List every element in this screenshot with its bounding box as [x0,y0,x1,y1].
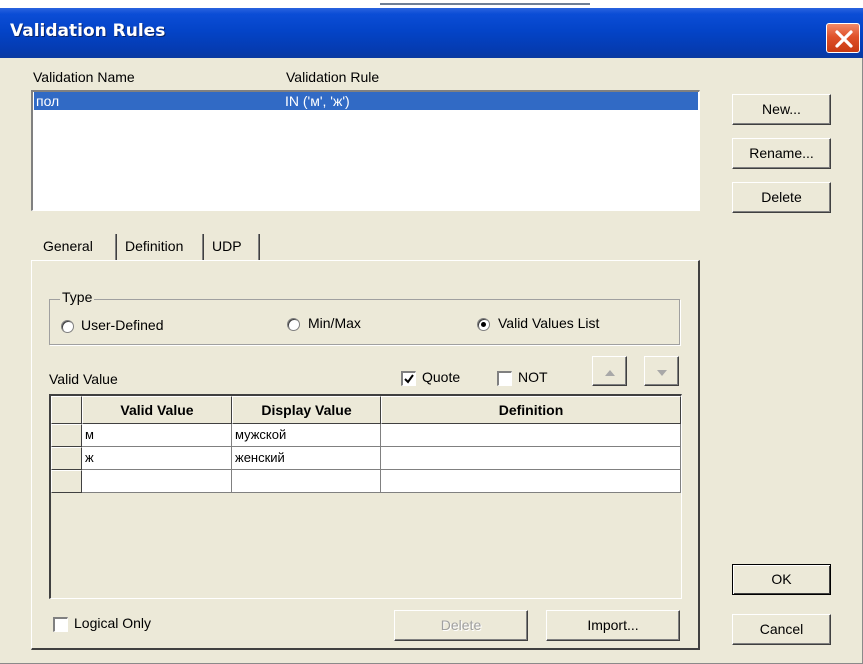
ok-button[interactable]: OK [732,564,831,595]
not-checkbox[interactable] [497,371,512,386]
radio-min-max-label[interactable]: Min/Max [308,315,361,331]
quote-checkbox[interactable] [401,371,416,386]
grid-corner[interactable] [51,396,82,424]
grid-row-header[interactable] [51,447,82,470]
grid-header-valid-value[interactable]: Valid Value [82,396,232,424]
tab-udp[interactable]: UDP [204,232,250,262]
new-button[interactable]: New... [732,94,831,125]
tab-general[interactable]: General [35,232,101,262]
import-button[interactable]: Import... [546,610,680,641]
radio-selected-dot [481,322,486,327]
grid-cell-display-value[interactable] [232,470,381,493]
type-group-label: Type [60,289,95,305]
background-divider [380,3,590,5]
grid-cell-definition[interactable] [381,447,681,470]
radio-user-defined[interactable] [61,320,74,333]
arrow-up-icon [605,370,615,376]
validation-list[interactable]: пол IN ('м', 'ж') [31,90,700,211]
logical-only-label[interactable]: Logical Only [74,615,151,631]
checkmark-icon [404,374,414,384]
valid-values-grid[interactable]: Valid Value Display Value Definition м м… [49,394,682,599]
grid-cell-definition[interactable] [381,470,681,493]
grid-header-definition[interactable]: Definition [381,396,681,424]
title-bar[interactable]: Validation Rules [0,8,863,58]
logical-only-checkbox[interactable] [53,617,68,632]
tab-definition[interactable]: Definition [117,232,191,262]
radio-user-defined-label[interactable]: User-Defined [81,317,163,333]
validation-rules-dialog: Validation Rules Validation Name Validat… [0,0,863,664]
delete-value-button[interactable]: Delete [394,610,528,641]
validation-name-cell: пол [36,93,60,109]
close-x-icon [835,30,853,48]
column-header-validation-rule[interactable]: Validation Rule [286,69,379,85]
rename-button[interactable]: Rename... [732,138,831,169]
arrow-down-icon [657,370,667,376]
close-button[interactable] [826,23,860,53]
background-strip [0,0,863,8]
move-down-button[interactable] [644,356,679,386]
radio-valid-values-list-label[interactable]: Valid Values List [498,315,599,331]
grid-row-header[interactable] [51,470,82,493]
column-header-validation-name[interactable]: Validation Name [33,69,135,85]
radio-min-max[interactable] [287,318,300,331]
grid-cell-valid-value[interactable] [82,470,232,493]
delete-rule-button[interactable]: Delete [732,182,831,213]
grid-cell-display-value[interactable]: женский [232,447,381,470]
tab-divider [258,234,260,260]
list-row-selected[interactable]: пол IN ('м', 'ж') [34,92,698,110]
valid-value-label: Valid Value [49,371,118,387]
move-up-button[interactable] [592,356,627,386]
grid-row-header[interactable] [51,424,82,447]
quote-label[interactable]: Quote [422,369,460,385]
radio-valid-values-list[interactable] [477,318,490,331]
window-title: Validation Rules [10,21,166,41]
not-label[interactable]: NOT [518,369,548,385]
validation-rule-cell: IN ('м', 'ж') [285,93,350,109]
grid-cell-definition[interactable] [381,424,681,447]
grid-cell-valid-value[interactable]: м [82,424,232,447]
grid-header-display-value[interactable]: Display Value [232,396,381,424]
grid-cell-valid-value[interactable]: ж [82,447,232,470]
grid-cell-display-value[interactable]: мужской [232,424,381,447]
cancel-button[interactable]: Cancel [732,614,831,645]
